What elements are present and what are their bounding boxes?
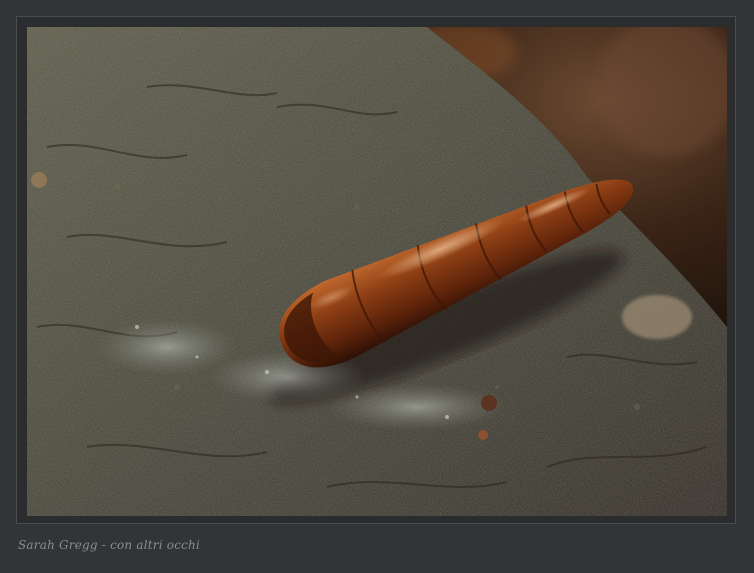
page: Sarah Gregg - con altri occhi [0,0,754,573]
photo-illustration [27,27,727,516]
photo-credit-caption: Sarah Gregg - con altri occhi [18,538,201,552]
photograph-snail-on-bark [27,27,727,516]
